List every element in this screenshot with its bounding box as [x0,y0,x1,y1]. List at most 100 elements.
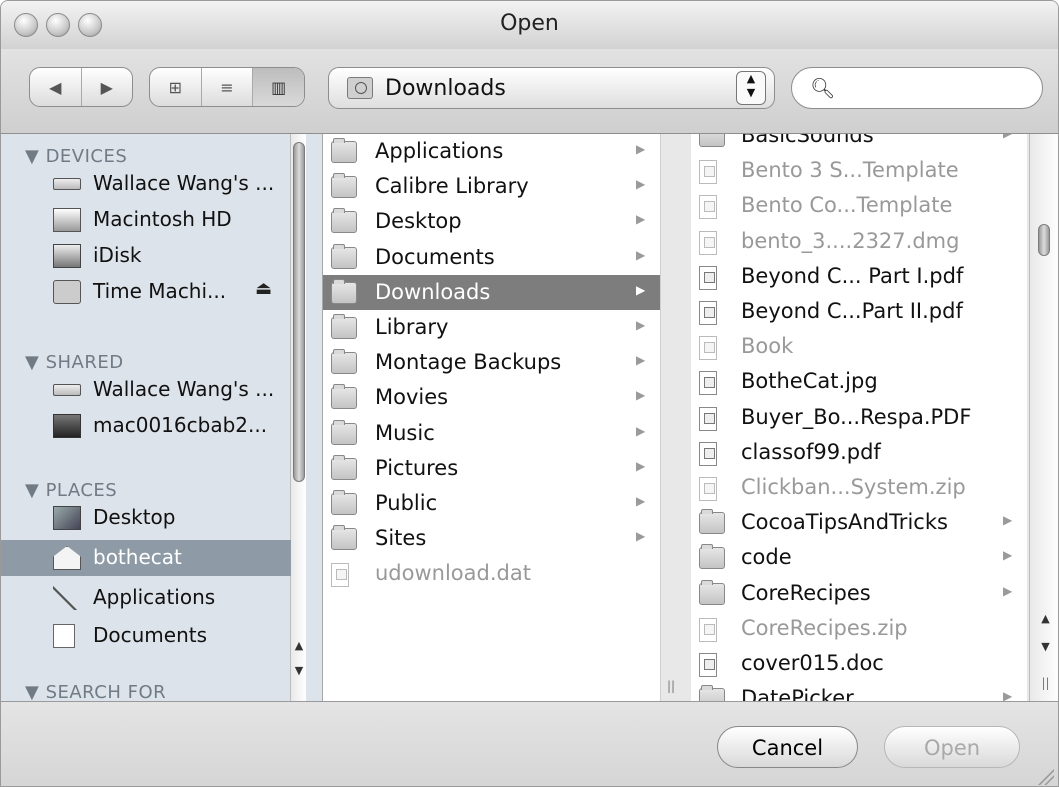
folder-icon [331,349,357,375]
folder-icon [331,454,357,480]
sidebar-section-heading[interactable]: ▼ SEARCH FOR [25,682,166,701]
open-button[interactable]: Open [884,726,1020,768]
item-label: CoreRecipes [741,580,871,605]
folder-row[interactable]: Music ▶ [323,416,660,451]
item-label: classof99.pdf [741,439,881,464]
cancel-button[interactable]: Cancel [717,726,858,768]
folder-row[interactable]: Documents ▶ [323,240,660,275]
sidebar-item-label: Wallace Wang's ... [93,171,275,195]
item-label: Pictures [375,455,459,480]
disclosure-arrow-icon: ▶ [636,247,646,262]
sidebar-item[interactable]: Applications [1,580,291,616]
file-row[interactable]: Beyond C... Part I.pdf [691,259,1027,294]
downloads-scroll-thumb[interactable] [1038,224,1050,256]
disclosure-arrow-icon: ▶ [636,142,646,156]
folder-row[interactable]: BasicSounds ▶ [691,134,1027,153]
sidebar-item[interactable]: Wallace Wang's ... [1,372,291,408]
icon-view-button[interactable]: ⊞ [150,68,202,106]
column-resize-handle[interactable]: || [667,679,675,693]
folder-row[interactable]: Applications ▶ [323,134,660,169]
folder-row[interactable]: Sites ▶ [323,521,660,556]
scroll-up-icon[interactable]: ▲ [1030,612,1058,625]
eject-icon[interactable]: ⏏ [255,278,272,299]
document-icon [699,265,717,290]
scroll-up-icon[interactable]: ▲ [291,639,307,652]
disclosure-arrow-icon: ▶ [636,282,646,297]
disclosure-arrow-icon: ▶ [636,458,646,473]
sidebar-section-heading[interactable]: ▼ PLACES [25,480,117,501]
forward-button[interactable]: ▶ [82,68,133,106]
document-icon [331,563,349,588]
folder-row[interactable]: Calibre Library ▶ [323,169,660,204]
folder-row[interactable]: Desktop ▶ [323,204,660,239]
title-bar[interactable]: Open [1,1,1058,50]
file-row[interactable]: udownload.dat [323,556,660,591]
file-row[interactable]: Buyer_Bo...Respa.PDF [691,400,1027,435]
folder-row[interactable]: CoreRecipes ▶ [691,576,1027,611]
folder-row[interactable]: Montage Backups ▶ [323,345,660,380]
file-row[interactable]: BotheCat.jpg [691,364,1027,399]
document-icon [699,301,717,325]
sidebar-item[interactable]: bothecat [1,540,291,576]
folder-row[interactable]: CocoaTipsAndTricks ▶ [691,505,1027,540]
file-row[interactable]: CoreRecipes.zip [691,611,1027,646]
folder-row[interactable]: Downloads ▶ [323,274,660,310]
column-view-button[interactable]: ▥ [253,68,304,106]
search-field[interactable]: 🔍︎ [791,67,1043,109]
column-divider[interactable] [660,134,661,701]
file-row[interactable]: Bento 3 S...Template [691,153,1027,188]
item-label: Calibre Library [375,174,529,199]
location-label: Downloads [385,76,506,101]
sidebar-item[interactable]: Desktop [1,500,291,536]
sidebar-item[interactable]: mac0016cbab2... [1,408,291,444]
folder-row[interactable]: code ▶ [691,540,1027,575]
disclosure-arrow-icon: ▶ [636,494,646,508]
sidebar-item[interactable]: Time Machi... ⏏ [1,274,291,310]
folder-row[interactable]: Pictures ▶ [323,451,660,486]
file-row[interactable]: Beyond C...Part II.pdf [691,294,1027,329]
file-row[interactable]: classof99.pdf [691,435,1027,470]
disclosure-arrow-icon: ▶ [636,529,646,544]
sidebar-section-heading[interactable]: ▼ SHARED [25,352,124,373]
list-view-button[interactable]: ≡ [202,68,254,106]
item-label: udownload.dat [375,561,531,586]
resize-grip-icon[interactable] [1036,767,1054,785]
documents-icon [53,624,75,648]
downloads-scrollbar[interactable]: ▲ ▼ || [1029,134,1058,701]
file-row[interactable]: Bento Co...Template [691,188,1027,223]
file-row[interactable]: Clickban...System.zip [691,470,1027,505]
disclosure-arrow-icon: ▶ [1003,134,1012,140]
scroll-down-icon[interactable]: ▼ [1030,640,1058,653]
item-label: cover015.doc [741,651,884,675]
folder-icon [699,685,725,701]
disclosure-arrow-icon: ▶ [636,212,646,227]
back-arrow-icon: ◀ [49,77,62,97]
column-resize-handle[interactable]: || [1030,676,1058,690]
item-label: Bento 3 S...Template [741,158,959,183]
sidebar-item[interactable]: Wallace Wang's ... [1,166,291,202]
item-label: BotheCat.jpg [741,369,878,394]
folder-row[interactable]: Library ▶ [323,310,660,345]
back-forward-control: ◀ ▶ [29,67,133,107]
scroll-down-icon[interactable]: ▼ [291,664,307,677]
folder-icon [331,138,357,163]
search-input[interactable] [838,76,1032,102]
location-popup[interactable]: Downloads ▲ ▼ [328,67,775,109]
back-button[interactable]: ◀ [30,68,82,106]
item-label: bento_3....2327.dmg [741,228,960,253]
item-label: Book [741,334,794,359]
folder-row[interactable]: DatePicker ▶ [691,681,1027,701]
sidebar-item[interactable]: Macintosh HD [1,202,291,238]
sidebar-item[interactable]: Documents [1,618,291,654]
folder-row[interactable]: Movies ▶ [323,380,660,415]
file-row[interactable]: cover015.doc [691,646,1027,681]
sidebar-scroll-thumb[interactable] [293,142,305,482]
document-icon [699,441,717,466]
file-row[interactable]: bento_3....2327.dmg [691,224,1027,259]
sidebar-item[interactable]: iDisk [1,238,291,274]
folder-row[interactable]: Public ▶ [323,486,660,521]
sidebar-scrollbar[interactable]: ▲ ▼ [290,134,306,701]
forward-arrow-icon: ▶ [100,77,113,97]
sidebar-section-heading[interactable]: ▼ DEVICES [25,146,127,167]
file-row[interactable]: Book [691,329,1027,364]
